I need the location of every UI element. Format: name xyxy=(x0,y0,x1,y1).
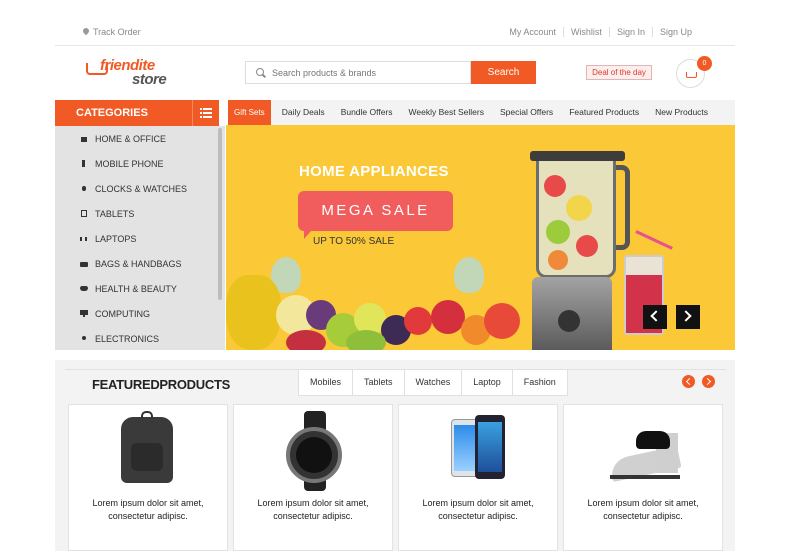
laptop-icon xyxy=(80,235,88,242)
tab-watches[interactable]: Watches xyxy=(403,370,462,395)
wedge-sandal-image xyxy=(564,405,722,495)
cart-button[interactable]: 0 xyxy=(676,56,712,88)
featured-products-title: FEATUREDPRODUCTS xyxy=(92,377,230,392)
site-logo[interactable]: friendite store xyxy=(86,57,176,89)
category-label: ELECTRONICS xyxy=(95,333,160,344)
featured-tabs: Mobiles Tablets Watches Laptop Fashion xyxy=(298,370,568,396)
track-order-label: Track Order xyxy=(93,27,141,37)
tablet-icon xyxy=(80,210,88,217)
tab-laptop[interactable]: Laptop xyxy=(461,370,512,395)
smartphones-image xyxy=(399,405,557,495)
category-scrollbar[interactable] xyxy=(218,128,222,300)
category-item-home-office[interactable]: HOME & OFFICE xyxy=(55,126,225,151)
logo-text-bottom: store xyxy=(132,71,167,88)
product-card[interactable]: Lorem ipsum dolor sit amet, consectetur … xyxy=(233,404,393,551)
cart-icon xyxy=(686,72,697,78)
banner-prev-button[interactable] xyxy=(643,305,667,329)
chevron-right-icon xyxy=(703,377,712,386)
product-description: Lorem ipsum dolor sit amet, consectetur … xyxy=(257,498,369,521)
bulb-icon xyxy=(80,335,88,342)
tab-mobiles[interactable]: Mobiles xyxy=(299,370,352,395)
main-nav: Gift Sets Daily Deals Bundle Offers Week… xyxy=(228,100,735,125)
tab-tablets[interactable]: Tablets xyxy=(352,370,404,395)
category-label: MOBILE PHONE xyxy=(95,158,164,169)
category-label: HEALTH & BEAUTY xyxy=(95,283,177,294)
product-description: Lorem ipsum dolor sit amet, consectetur … xyxy=(92,498,204,521)
category-item-clocks-watches[interactable]: CLOCKS & WATCHES xyxy=(55,176,225,201)
tab-weekly-best-sellers[interactable]: Weekly Best Sellers xyxy=(399,100,490,125)
category-item-mobile-phone[interactable]: MOBILE PHONE xyxy=(55,151,225,176)
track-order-link[interactable]: Track Order xyxy=(83,27,141,37)
monitor-icon xyxy=(80,310,88,317)
hero-banner[interactable]: HOME APPLIANCES MEGA SALE UP TO 50% SALE xyxy=(226,125,735,350)
product-card[interactable]: Lorem ipsum dolor sit amet, consectetur … xyxy=(68,404,228,551)
tab-fashion[interactable]: Fashion xyxy=(511,370,567,395)
chevron-left-icon xyxy=(685,377,694,386)
product-description: Lorem ipsum dolor sit amet, consectetur … xyxy=(587,498,699,521)
tab-new-products[interactable]: New Products xyxy=(645,100,714,125)
category-label: BAGS & HANDBAGS xyxy=(95,258,182,269)
featured-prev-button[interactable] xyxy=(682,375,695,388)
tab-daily-deals[interactable]: Daily Deals xyxy=(271,100,331,125)
home-icon xyxy=(80,135,88,142)
tab-gift-sets[interactable]: Gift Sets xyxy=(228,100,271,125)
product-description: Lorem ipsum dolor sit amet, consectetur … xyxy=(422,498,534,521)
sign-in-link[interactable]: Sign In xyxy=(608,27,652,37)
category-item-electronics[interactable]: ELECTRONICS xyxy=(55,326,225,351)
banner-next-button[interactable] xyxy=(676,305,700,329)
tab-special-offers[interactable]: Special Offers xyxy=(490,100,559,125)
wishlist-link[interactable]: Wishlist xyxy=(562,27,609,37)
search-box xyxy=(245,61,471,84)
heart-icon xyxy=(80,285,88,292)
backpack-image xyxy=(69,405,227,495)
category-item-laptops[interactable]: LAPTOPS xyxy=(55,226,225,251)
tab-featured-products[interactable]: Featured Products xyxy=(559,100,645,125)
category-item-bags-handbags[interactable]: BAGS & HANDBAGS xyxy=(55,251,225,276)
category-item-health-beauty[interactable]: HEALTH & BEAUTY xyxy=(55,276,225,301)
category-label: LAPTOPS xyxy=(95,233,137,244)
category-label: COMPUTING xyxy=(95,308,150,319)
category-label: CLOCKS & WATCHES xyxy=(95,183,188,194)
banner-title: HOME APPLIANCES xyxy=(299,163,449,180)
banner-subtitle: UP TO 50% SALE xyxy=(313,236,395,247)
category-item-computing[interactable]: COMPUTING xyxy=(55,301,225,326)
sign-up-link[interactable]: Sign Up xyxy=(651,27,699,37)
category-label: TABLETS xyxy=(95,208,135,219)
search-icon xyxy=(256,67,266,78)
cart-count-badge: 0 xyxy=(697,56,712,71)
category-list-toggle[interactable] xyxy=(192,100,219,126)
mega-sale-badge: MEGA SALE xyxy=(298,191,453,239)
product-card[interactable]: Lorem ipsum dolor sit amet, consectetur … xyxy=(398,404,558,551)
category-item-tablets[interactable]: TABLETS xyxy=(55,201,225,226)
location-pin-icon xyxy=(83,28,89,36)
tab-bundle-offers[interactable]: Bundle Offers xyxy=(331,100,399,125)
search-input[interactable] xyxy=(272,67,462,78)
chevron-right-icon xyxy=(680,310,692,322)
category-list: HOME & OFFICE MOBILE PHONE CLOCKS & WATC… xyxy=(55,126,225,350)
category-label: HOME & OFFICE xyxy=(95,133,167,144)
product-card[interactable]: Lorem ipsum dolor sit amet, consectetur … xyxy=(563,404,723,551)
mobile-icon xyxy=(80,160,88,167)
search-button[interactable]: Search xyxy=(471,61,536,84)
watch-icon xyxy=(80,185,88,192)
account-links: My Account Wishlist Sign In Sign Up xyxy=(502,27,699,37)
wristwatch-image xyxy=(234,405,392,495)
bag-icon xyxy=(80,260,88,267)
top-bar: Track Order My Account Wishlist Sign In … xyxy=(55,22,735,46)
chevron-left-icon xyxy=(650,310,662,322)
featured-next-button[interactable] xyxy=(702,375,715,388)
deal-of-the-day-button[interactable]: Deal of the day xyxy=(586,65,652,80)
my-account-link[interactable]: My Account xyxy=(502,27,563,37)
